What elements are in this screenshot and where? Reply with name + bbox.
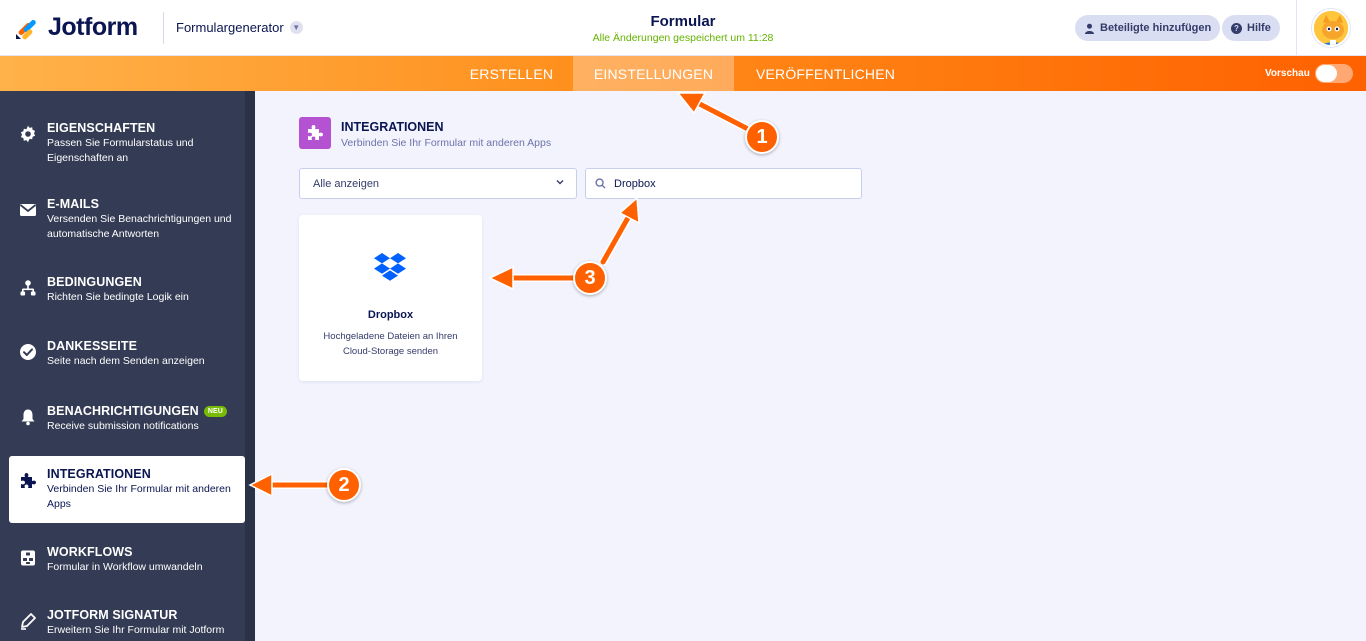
annotation-arrow-3a xyxy=(488,265,577,291)
settings-navbar: ERSTELLEN EINSTELLUNGEN VERÖFFENTLICHEN … xyxy=(0,56,1366,91)
annotation-marker-3: 3 xyxy=(573,261,607,295)
preview-toggle-knob xyxy=(1316,65,1337,82)
pen-icon xyxy=(21,613,36,630)
tab-settings-label: EINSTELLUNGEN xyxy=(593,65,714,82)
annotation-arrow-2 xyxy=(248,472,331,498)
sidebar-item-desc: Receive submission notifications xyxy=(47,420,199,432)
tab-publish-label: VERÖFFENTLICHEN xyxy=(755,65,896,82)
jotform-logo-icon xyxy=(16,19,36,39)
cat-avatar-icon xyxy=(1314,11,1348,45)
add-collaborators-button[interactable]: Beteiligte hinzufügen xyxy=(1075,15,1221,41)
user-icon xyxy=(1085,23,1094,34)
category-filter-value: Alle anzeigen xyxy=(313,177,380,190)
sidebar-item-workflows[interactable]: WORKFLOWS Formular in Workflow umwandeln xyxy=(9,545,245,575)
sidebar-item-title: E-MAILS xyxy=(47,197,100,211)
sidebar-item-desc: Richten Sie bedingte Logik ein xyxy=(47,291,189,303)
annotation-arrow-1 xyxy=(676,92,750,132)
sidebar-item-desc: Verbinden Sie Ihr Formular mit anderen A… xyxy=(47,483,231,510)
tab-publish[interactable]: VERÖFFENTLICHEN xyxy=(740,56,911,91)
annotation-marker-1: 1 xyxy=(745,120,779,154)
sidebar-item-thankyou[interactable]: DANKESSEITE Seite nach dem Senden anzeig… xyxy=(9,339,245,369)
chevron-down-icon: ▼ xyxy=(289,21,303,34)
sidebar-item-emails[interactable]: E-MAILS Versenden Sie Benachrichtigungen… xyxy=(9,197,245,242)
category-filter-select[interactable]: Alle anzeigen xyxy=(299,168,577,199)
new-badge: NEU xyxy=(203,405,227,417)
sidebar-item-title: DANKESSEITE xyxy=(47,339,138,353)
form-title-area: Formular Alle Änderungen gespeichert um … xyxy=(583,13,783,44)
preview-toggle[interactable] xyxy=(1315,64,1353,83)
tab-settings[interactable]: EINSTELLUNGEN xyxy=(573,56,734,91)
tab-build-label: ERSTELLEN xyxy=(469,65,554,82)
hierarchy-icon xyxy=(20,280,36,296)
chevron-down-icon xyxy=(555,177,565,190)
sidebar-item-desc: Formular in Workflow umwandeln xyxy=(47,561,203,573)
form-title[interactable]: Formular xyxy=(583,13,783,30)
brand-name: Jotform xyxy=(48,13,138,41)
search-icon xyxy=(586,178,614,189)
integration-card-title: Dropbox xyxy=(367,309,414,321)
saved-status: Alle Änderungen gespeichert um 11:28 xyxy=(592,32,774,44)
envelope-icon xyxy=(19,204,37,216)
page-title: INTEGRATIONEN xyxy=(341,120,444,134)
puzzle-icon xyxy=(308,125,323,140)
integration-card-dropbox[interactable]: Dropbox Hochgeladene Dateien an Ihren Cl… xyxy=(299,215,482,381)
sidebar-item-title: INTEGRATIONEN xyxy=(47,467,151,481)
jotform-logo[interactable]: Jotform xyxy=(14,13,138,42)
header-divider xyxy=(163,12,164,44)
avatar[interactable] xyxy=(1312,9,1350,47)
sidebar-item-conditions[interactable]: BEDINGUNGEN Richten Sie bedingte Logik e… xyxy=(9,275,245,305)
sidebar-item-title-row: BENACHRICHTIGUNGEN NEU xyxy=(47,404,245,418)
dropbox-icon xyxy=(374,253,406,281)
puzzle-icon xyxy=(21,473,36,488)
help-label: Hilfe xyxy=(1247,22,1271,34)
help-icon: ? xyxy=(1231,22,1242,34)
integration-card-desc: Hochgeladene Dateien an Ihren Cloud-Stor… xyxy=(323,331,458,357)
header-divider-right xyxy=(1296,0,1297,56)
preview-label: Vorschau xyxy=(1265,68,1310,79)
sidebar-item-desc: Seite nach dem Senden anzeigen xyxy=(47,355,205,367)
workflow-icon xyxy=(21,550,35,566)
sidebar-item-title: BENACHRICHTIGUNGEN xyxy=(47,404,199,418)
form-builder-menu[interactable]: Formulargenerator ▼ xyxy=(176,20,303,35)
annotation-marker-2: 2 xyxy=(327,468,361,502)
sidebar-item-desc: Versenden Sie Benachrichtigungen und aut… xyxy=(47,213,232,240)
sidebar-item-title: JOTFORM SIGNATUR xyxy=(47,608,178,622)
sidebar-item-title: WORKFLOWS xyxy=(47,545,133,559)
top-bar: Jotform Formulargenerator ▼ Formular All… xyxy=(0,0,1366,56)
page-subtitle: Verbinden Sie Ihr Formular mit anderen A… xyxy=(341,137,552,149)
add-collaborators-label: Beteiligte hinzufügen xyxy=(1100,22,1212,34)
check-circle-icon xyxy=(20,344,36,360)
gear-icon xyxy=(20,125,36,143)
tab-build[interactable]: ERSTELLEN xyxy=(452,56,571,91)
sidebar-scrollbar[interactable] xyxy=(245,91,255,641)
sidebar-item-integrations[interactable]: INTEGRATIONEN Verbinden Sie Ihr Formular… xyxy=(9,456,245,523)
sidebar-item-desc: Erweitern Sie Ihr Formular mit Jotform xyxy=(47,624,225,636)
sidebar-item-notifications[interactable]: BENACHRICHTIGUNGEN NEU Receive submissio… xyxy=(9,404,245,434)
annotation-arrow-3b xyxy=(599,196,640,266)
search-input[interactable] xyxy=(614,177,844,190)
sidebar-item-properties[interactable]: EIGENSCHAFTEN Passen Sie Formularstatus … xyxy=(9,121,245,166)
sidebar-item-signature[interactable]: JOTFORM SIGNATUR Erweitern Sie Ihr Formu… xyxy=(9,608,245,638)
form-builder-label: Formulargenerator xyxy=(176,20,284,35)
bell-icon xyxy=(21,409,35,426)
sidebar-item-title: EIGENSCHAFTEN xyxy=(47,121,156,135)
sidebar-item-title: BEDINGUNGEN xyxy=(47,275,142,289)
integration-search[interactable] xyxy=(585,168,862,199)
integrations-header-icon xyxy=(299,117,331,149)
help-button[interactable]: ? Hilfe xyxy=(1222,15,1280,41)
sidebar-item-desc: Passen Sie Formularstatus und Eigenschaf… xyxy=(47,137,194,164)
